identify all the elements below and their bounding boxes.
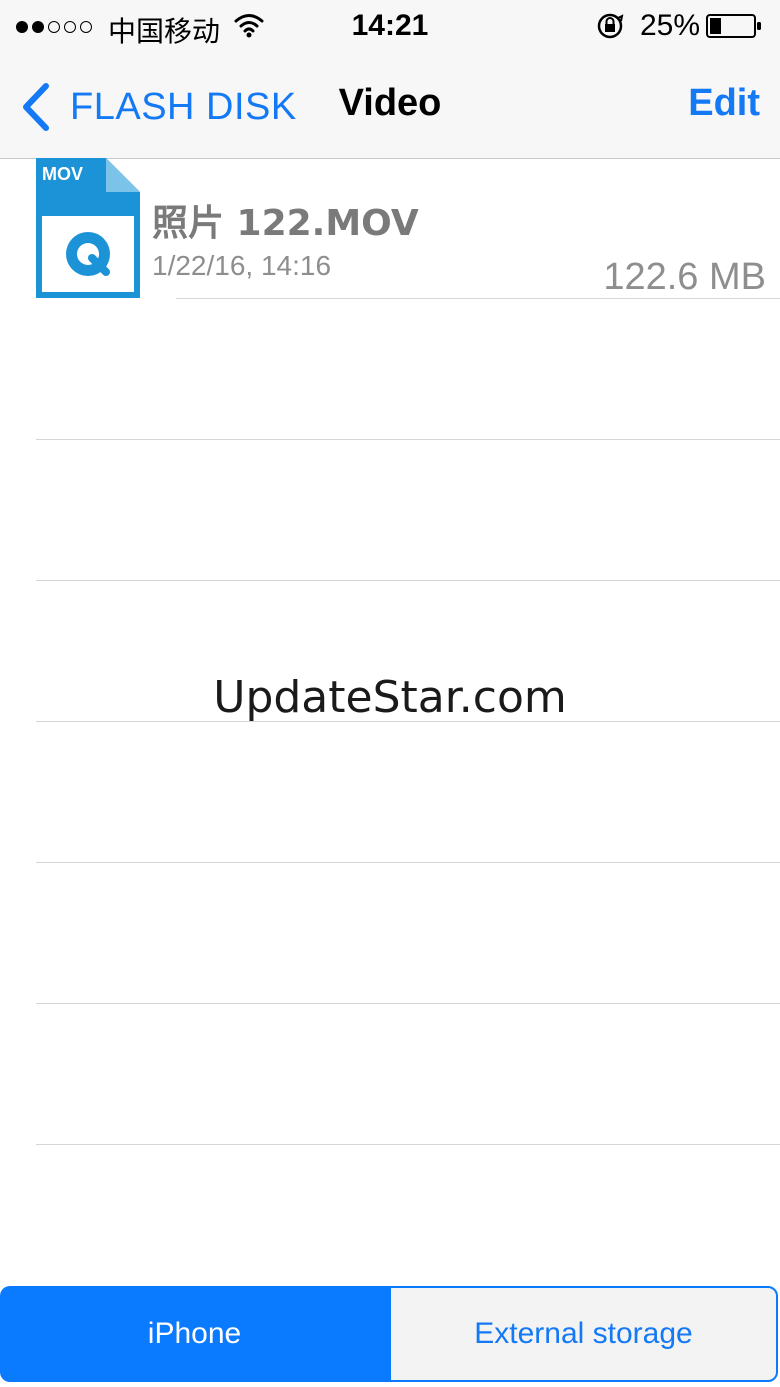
row-divider	[36, 439, 780, 440]
quicktime-file-icon: MOV	[36, 158, 140, 298]
row-divider	[176, 298, 780, 299]
file-date: 1/22/16, 14:16	[152, 250, 332, 281]
status-bar: 中国移动 14:21 25%	[0, 0, 780, 56]
orientation-lock-icon	[597, 13, 624, 39]
file-size: 122.6 MB	[603, 256, 766, 298]
segment-iphone[interactable]: iPhone	[0, 1286, 389, 1382]
navigation-bar: FLASH DISK Video Edit	[0, 56, 780, 159]
row-divider	[36, 1003, 780, 1004]
row-divider	[36, 580, 780, 581]
battery-percent: 25%	[640, 9, 701, 42]
list-item[interactable]: MOV 照片 122.MOV 1/22/16, 14:16 122.6 MB	[0, 158, 780, 299]
page-title: Video	[338, 82, 442, 124]
row-divider	[36, 1144, 780, 1145]
watermark-text: UpdateStar.com	[213, 672, 567, 723]
edit-button[interactable]: Edit	[688, 82, 760, 125]
row-divider	[36, 862, 780, 863]
segment-external-storage[interactable]: External storage	[389, 1286, 778, 1382]
storage-segmented-control: iPhone External storage	[0, 1280, 780, 1387]
file-type-label: MOV	[42, 164, 83, 184]
file-name: 照片 122.MOV	[152, 203, 419, 244]
battery-icon	[706, 14, 761, 38]
